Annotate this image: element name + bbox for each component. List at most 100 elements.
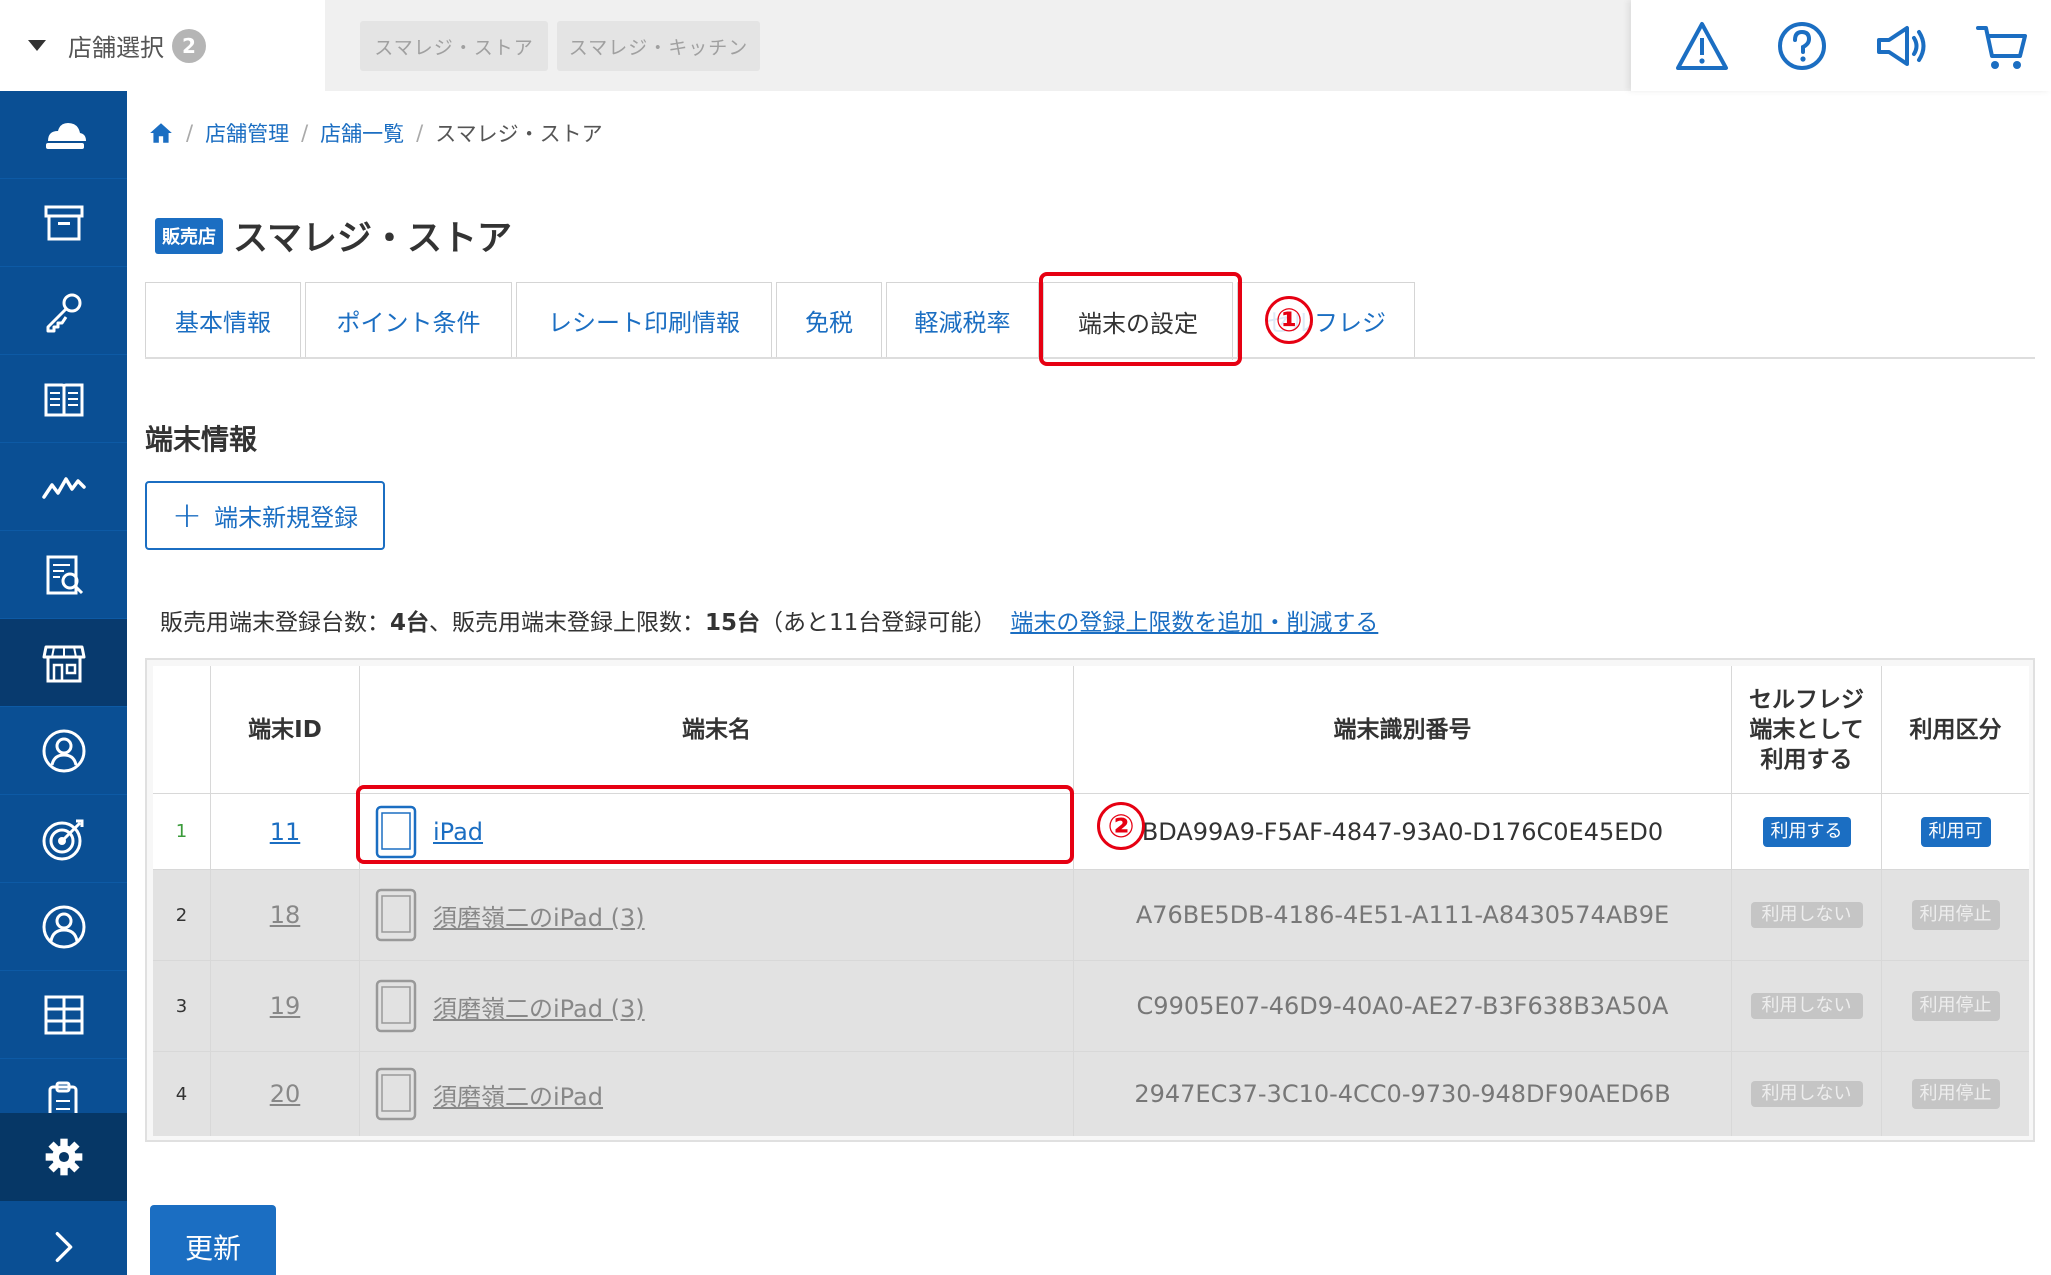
sidebar-item-settings-key[interactable] — [0, 267, 127, 355]
report-icon — [46, 555, 83, 594]
info-label-limit: 、販売用端末登録上限数： — [429, 610, 706, 636]
sidebar-item-stores[interactable] — [0, 619, 127, 707]
header-terminal-uuid: 端末識別番号 — [1074, 666, 1732, 793]
terminal-uuid: C9905E07-46D9-40A0-AE27-B3F638B3A50A — [1074, 961, 1732, 1051]
store-icon — [42, 645, 85, 682]
breadcrumb-separator: / — [301, 121, 309, 145]
top-bar: 店舗選択 2 スマレジ・ストア スマレジ・キッチン — [0, 0, 2051, 91]
breadcrumb-store-management[interactable]: 店舗管理 — [205, 118, 289, 148]
tablet-icon — [375, 805, 417, 858]
tablet-icon — [375, 888, 417, 942]
sidebar-item-products[interactable] — [0, 179, 127, 267]
home-icon[interactable] — [148, 120, 174, 146]
header-self-line-1: セルフレジ — [1749, 686, 1864, 713]
header-self-register: セルフレジ 端末として 利用する — [1732, 666, 1882, 793]
breadcrumb-separator: / — [186, 121, 194, 145]
terminal-table: 端末ID 端末名 端末識別番号 セルフレジ 端末として 利用する 利用区分 1 … — [145, 658, 2035, 1142]
terminal-uuid: 2947EC37-3C10-4CC0-9730-948DF90AED6B — [1074, 1052, 1732, 1136]
tab-terminal-settings[interactable]: 端末の設定 — [1043, 282, 1233, 360]
target-icon — [42, 819, 83, 860]
self-register-toggle[interactable]: 利用する — [1762, 816, 1851, 847]
terminal-uuid: A76BE5DB-4186-4E51-A111-A8430574AB9E — [1074, 870, 1732, 960]
update-button[interactable]: 更新 — [150, 1205, 276, 1275]
terminal-name-cell: 須磨嶺二のiPad — [360, 1052, 1074, 1136]
book-icon — [44, 383, 83, 416]
info-label-registered: 販売用端末登録台数： — [160, 610, 390, 636]
tab-point-conditions[interactable]: ポイント条件 — [305, 282, 512, 358]
info-registered-count: 4台 — [390, 610, 430, 636]
tab-self-register[interactable]: セルフレジ — [1237, 282, 1415, 358]
annotation-marker-1: ① — [1265, 296, 1313, 344]
store-chip-store[interactable]: スマレジ・ストア — [360, 21, 548, 71]
sidebar-expand-button[interactable] — [0, 1203, 127, 1275]
plus-icon: + — [171, 495, 203, 536]
tab-receipt-print[interactable]: レシート印刷情報 — [516, 282, 772, 358]
tablet-icon — [375, 979, 417, 1033]
store-type-badge: 販売店 — [155, 217, 223, 254]
terminal-name-link[interactable]: 須磨嶺二のiPad (3) — [433, 989, 645, 1024]
self-register-toggle[interactable]: 利用しない — [1750, 993, 1863, 1019]
megaphone-icon[interactable] — [1873, 18, 1929, 74]
store-count-badge: 2 — [172, 28, 206, 63]
terminal-name-link[interactable]: 須磨嶺二のiPad (3) — [433, 898, 645, 933]
table-row: 1 11 iPad BDA99A9-F5AF-4847-93A0-D176C0E… — [153, 794, 2029, 870]
grid-icon — [44, 995, 83, 1034]
cart-icon[interactable] — [1974, 18, 2030, 74]
sidebar — [0, 91, 127, 1275]
usage-status-toggle[interactable]: 利用停止 — [1911, 991, 2000, 1021]
annotation-marker-2: ② — [1097, 802, 1145, 850]
store-select-dropdown[interactable]: 店舗選択 2 — [0, 0, 325, 91]
tab-reduced-tax[interactable]: 軽減税率 — [886, 282, 1039, 358]
header-index — [153, 666, 211, 793]
tab-divider — [145, 357, 2035, 359]
store-chip-kitchen[interactable]: スマレジ・キッチン — [557, 21, 760, 71]
sidebar-settings-button[interactable] — [0, 1113, 127, 1201]
terminal-name-link[interactable]: 須磨嶺二のiPad — [433, 1077, 603, 1112]
sidebar-item-register[interactable] — [0, 91, 127, 179]
sidebar-item-customers[interactable] — [0, 707, 127, 795]
breadcrumb-current: スマレジ・ストア — [435, 122, 603, 146]
usage-status-toggle[interactable]: 利用可 — [1920, 816, 1991, 847]
store-select-label: 店舗選択 — [68, 34, 164, 62]
tab-tax-free[interactable]: 免税 — [776, 282, 882, 358]
table-row: 3 19 須磨嶺二のiPad (3) C9905E07-46D9-40A0-AE… — [153, 961, 2029, 1052]
terminal-name-cell: 須磨嶺二のiPad (3) — [360, 870, 1074, 960]
terminal-id-link[interactable]: 18 — [270, 901, 301, 929]
usage-status-toggle[interactable]: 利用停止 — [1911, 900, 2000, 930]
breadcrumb: / 店舗管理 / 店舗一覧 / スマレジ・ストア — [148, 118, 603, 148]
page-title: 販売店 スマレジ・ストア — [155, 210, 512, 261]
user-icon — [42, 905, 85, 948]
header-terminal-name: 端末名 — [360, 666, 1074, 793]
warning-icon[interactable] — [1674, 18, 1730, 74]
sidebar-item-targets[interactable] — [0, 795, 127, 883]
usage-status-toggle[interactable]: 利用停止 — [1911, 1079, 2000, 1109]
table-row: 2 18 須磨嶺二のiPad (3) A76BE5DB-4186-4E51-A1… — [153, 870, 2029, 961]
add-terminal-button[interactable]: + 端末新規登録 — [145, 481, 385, 550]
sidebar-item-catalog[interactable] — [0, 355, 127, 443]
help-icon[interactable] — [1774, 18, 1830, 74]
row-index: 3 — [153, 961, 211, 1051]
breadcrumb-separator: / — [416, 121, 424, 145]
breadcrumb-store-list[interactable]: 店舗一覧 — [320, 118, 404, 148]
self-register-toggle[interactable]: 利用しない — [1750, 902, 1863, 928]
sidebar-item-apps[interactable] — [0, 971, 127, 1059]
top-icon-group — [1631, 0, 2051, 91]
caret-down-icon — [28, 40, 46, 51]
table-row: 4 20 須磨嶺二のiPad 2947EC37-3C10-4CC0-9730-9… — [153, 1052, 2029, 1136]
table-header-row: 端末ID 端末名 端末識別番号 セルフレジ 端末として 利用する 利用区分 — [153, 666, 2029, 794]
terminal-id-link[interactable]: 20 — [270, 1080, 301, 1108]
gear-icon — [45, 1138, 82, 1176]
sidebar-item-reports[interactable] — [0, 531, 127, 619]
tab-basic-info[interactable]: 基本情報 — [145, 282, 301, 358]
archive-icon — [44, 205, 83, 240]
sidebar-item-analytics[interactable] — [0, 443, 127, 531]
self-register-toggle[interactable]: 利用しない — [1750, 1081, 1863, 1107]
change-limit-link[interactable]: 端末の登録上限数を追加・削減する — [1010, 610, 1378, 636]
row-index: 2 — [153, 870, 211, 960]
terminal-id-link[interactable]: 19 — [270, 992, 301, 1020]
terminal-name-link[interactable]: iPad — [433, 818, 483, 846]
terminal-id-link[interactable]: 11 — [270, 818, 301, 846]
section-title: 端末情報 — [145, 423, 258, 456]
chevron-right-icon — [55, 1232, 72, 1262]
sidebar-item-staff[interactable] — [0, 883, 127, 971]
